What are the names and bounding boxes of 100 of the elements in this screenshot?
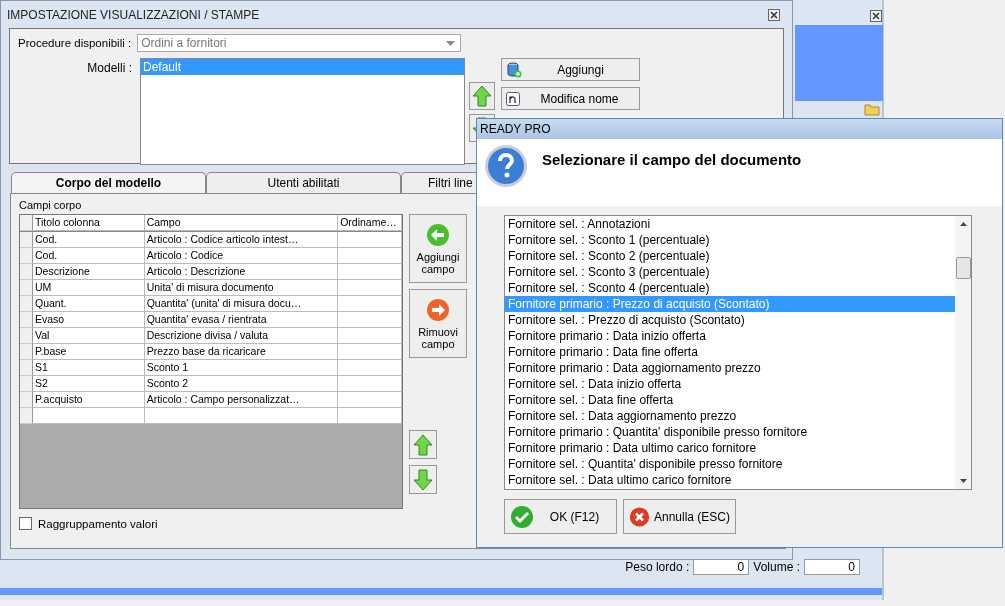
row-header[interactable] [20, 360, 33, 376]
scroll-down-icon[interactable] [959, 479, 967, 483]
list-item[interactable]: Fornitore primario : Data fine offerta [505, 344, 955, 360]
list-item[interactable]: Fornitore sel. : Annotazioni [505, 216, 955, 232]
table-cell: Sconto 2 [144, 376, 339, 392]
up-arrow-icon [413, 433, 433, 456]
table-cell: Unita' di misura documento [144, 280, 339, 296]
close-icon[interactable] [768, 8, 780, 21]
move-up-button[interactable] [409, 430, 437, 459]
scrollbar[interactable] [955, 216, 971, 489]
table-cell: UM [32, 280, 145, 296]
list-item[interactable]: Fornitore primario : Data inizio offerta [505, 328, 955, 344]
row-header[interactable] [20, 312, 33, 328]
dropdown-arrow-icon [446, 40, 456, 46]
close-icon[interactable] [870, 10, 882, 22]
procedure-dropdown[interactable]: Ordini a fornitori [137, 34, 462, 52]
table-cell: Evaso [32, 312, 145, 328]
table-cell: P.base [32, 344, 145, 360]
field-button[interactable]: Rimuovi campo [409, 289, 467, 358]
column-header[interactable]: Campo [144, 215, 339, 231]
table-cell: Val [32, 328, 145, 344]
dialog-button[interactable]: Annulla (ESC) [623, 499, 736, 534]
table-cell [338, 328, 402, 344]
table-cell: Articolo : Codice [144, 248, 339, 264]
row-header[interactable] [20, 408, 33, 424]
cancel-icon [629, 504, 650, 529]
number-field[interactable]: 0 [804, 559, 860, 575]
table-cell [338, 232, 402, 248]
list-item[interactable]: Fornitore sel. : Data ultimo carico fornitore [505, 472, 955, 488]
table-cell [338, 264, 402, 280]
table-cell: Sconto 1 [144, 360, 339, 376]
table-cell [338, 408, 402, 424]
row-header[interactable] [20, 215, 33, 231]
table-cell [338, 248, 402, 264]
table-cell: Articolo : Descrizione [144, 264, 339, 280]
table-cell: Descrizione divisa / valuta [144, 328, 339, 344]
model-button[interactable]: Aggiungi [501, 58, 640, 81]
row-header[interactable] [20, 248, 33, 264]
down-arrow-icon [413, 468, 433, 491]
scroll-up-icon[interactable] [959, 222, 967, 226]
table-cell: Articolo : Codice articolo intest… [144, 232, 339, 248]
row-header[interactable] [20, 280, 33, 296]
list-item[interactable]: Fornitore sel. : Sconto 1 (percentuale) [505, 232, 955, 248]
field-label: Modelli : [86, 60, 132, 77]
table-cell: S1 [32, 360, 145, 376]
table-cell: Quantita' (unita' di misura docu… [144, 296, 339, 312]
table-cell: Articolo : Campo personalizzat… [144, 392, 339, 408]
check-icon [510, 504, 534, 529]
dialog-button[interactable]: OK (F12) [504, 499, 617, 534]
table-cell: P.acquisto [32, 392, 145, 408]
question-icon [484, 144, 528, 188]
column-header[interactable]: Titolo colonna [32, 215, 145, 231]
list-item[interactable]: Fornitore sel. : Data aggiornamento prezzo [505, 408, 955, 424]
table-cell: Cod. [32, 232, 145, 248]
list-item[interactable]: Fornitore primario : Data ultimo carico fornitore [505, 440, 955, 456]
scroll-thumb[interactable] [955, 256, 971, 279]
list-item[interactable]: Fornitore sel. : Data inizio offerta [505, 376, 955, 392]
row-header[interactable] [20, 296, 33, 312]
row-header[interactable] [20, 264, 33, 280]
database-add-icon [506, 61, 522, 78]
column-header[interactable]: Ordiname… [338, 215, 402, 231]
row-header[interactable] [20, 392, 33, 408]
checkbox-label: Raggruppamento valori [38, 517, 158, 530]
field-label: Volume : [753, 560, 800, 574]
list-item[interactable]: Fornitore sel. : Data fine offerta [505, 392, 955, 408]
table-cell: S2 [32, 376, 145, 392]
list-item[interactable]: Fornitore sel. : Sconto 3 (percentuale) [505, 264, 955, 280]
checkbox[interactable] [19, 517, 32, 530]
table-cell: Descrizione [32, 264, 145, 280]
table-cell [338, 392, 402, 408]
row-header[interactable] [20, 376, 33, 392]
dialog-heading: Selezionare il campo del documento [542, 151, 802, 168]
table-cell [338, 312, 402, 328]
table-cell: Cod. [32, 248, 145, 264]
up-arrow-icon [472, 85, 492, 107]
table-cell [338, 280, 402, 296]
table-cell [338, 360, 402, 376]
row-header[interactable] [20, 232, 33, 248]
list-item[interactable]: Fornitore primario : Quantita' disponibile presso fornitore [505, 424, 955, 440]
list-item[interactable]: Fornitore sel. : Prezzo di acquisto (Scontato) [505, 312, 955, 328]
table-cell: Prezzo base da ricaricare [144, 344, 339, 360]
tab[interactable]: Corpo del modello [11, 172, 206, 193]
section-label: Campi corpo [19, 199, 83, 211]
field-label: Peso lordo : [625, 560, 690, 574]
window-title: IMPOSTAZIONE VISUALIZZAZIONI / STAMPE [7, 7, 260, 22]
list-item[interactable]: Fornitore sel. : Sconto 2 (percentuale) [505, 248, 955, 264]
field-button[interactable]: Aggiungi campo [409, 214, 467, 283]
table-cell: Quantita' evasa / rientrata [144, 312, 339, 328]
tab[interactable]: Utenti abilitati [206, 172, 401, 193]
letter-icon [506, 91, 520, 106]
table-cell [338, 344, 402, 360]
list-item[interactable]: Fornitore primario : Data aggiornamento prezzo [505, 360, 955, 376]
table-cell [338, 296, 402, 312]
list-item[interactable]: Fornitore sel. : Quantita' disponibile presso fornitore [505, 456, 955, 472]
row-header[interactable] [20, 344, 33, 360]
model-button[interactable]: Modifica nome [501, 87, 640, 110]
list-item[interactable]: Fornitore sel. : Sconto 4 (percentuale) [505, 280, 955, 296]
field-label: Procedure disponibili : [18, 37, 132, 49]
window-title: READY PRO [480, 122, 551, 136]
row-header[interactable] [20, 328, 33, 344]
